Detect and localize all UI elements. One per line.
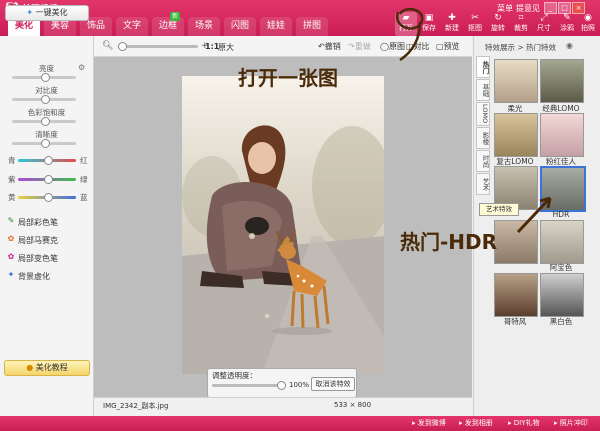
bottom-bar: ▸ 发到微博 ▸ 发到相册 ▸ DIY礼物 ▸ 照片冲印 (0, 416, 600, 431)
album-icon: ▸ (459, 419, 463, 427)
annotation-open-text: 打开一张图 (238, 66, 338, 90)
diy-gift-link[interactable]: ▸ DIY礼物 (508, 416, 539, 431)
annotation-hdr-text: 热门-HDR (400, 230, 498, 254)
arrow-line (516, 196, 552, 234)
circle-annotation (395, 7, 424, 30)
album-share-link[interactable]: ▸ 发到相册 (459, 416, 493, 431)
gift-icon: ▸ (508, 419, 512, 427)
print-icon: ▸ (554, 419, 558, 427)
weibo-share-link[interactable]: ▸ 发到微博 (412, 416, 446, 431)
photo-print-link[interactable]: ▸ 照片冲印 (554, 416, 588, 431)
share-icon: ▸ (412, 419, 416, 427)
